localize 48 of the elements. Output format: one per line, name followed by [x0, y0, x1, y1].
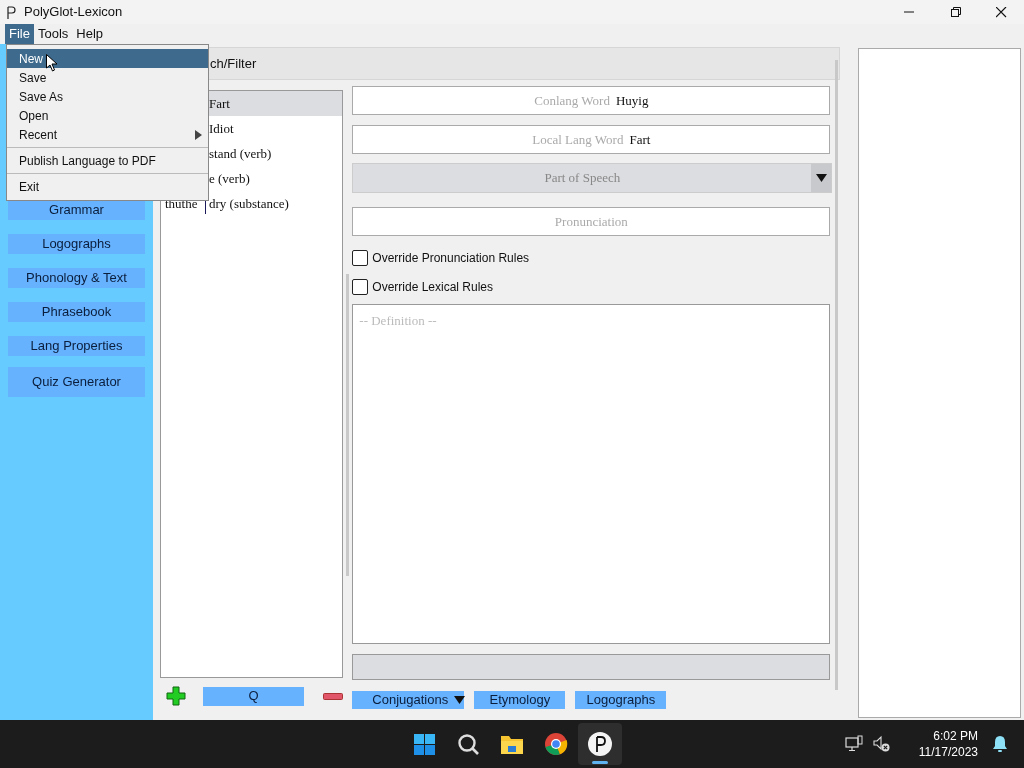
polyglot-app-icon[interactable]	[578, 723, 622, 765]
menu-option[interactable]: New	[7, 49, 208, 68]
search-button[interactable]: Q	[203, 686, 304, 706]
conlang-word-field[interactable]: Conlang Word Huyig	[352, 86, 831, 115]
menu-item[interactable]: File	[5, 24, 34, 44]
placeholder-text: Local Lang Word	[532, 130, 624, 149]
notification-bell-icon[interactable]	[992, 735, 1008, 753]
menu-item[interactable]: Tools	[33, 24, 73, 44]
placeholder-text: Pronunciation	[554, 212, 628, 231]
submenu-arrow-icon	[195, 129, 202, 140]
word-text: Idiot	[209, 119, 234, 138]
word-text: e (verb)	[209, 169, 250, 188]
tab-button[interactable]: Logographs	[575, 691, 667, 709]
placeholder-text: Part of Speech	[543, 169, 622, 188]
checkbox[interactable]	[352, 278, 369, 295]
add-icon[interactable]	[166, 686, 186, 706]
checkbox-label: Override Lexical Rules	[372, 278, 494, 296]
sidebar-button[interactable]: Phonology & Text	[8, 268, 145, 288]
local-word-field[interactable]: Local Lang Word Fart	[352, 125, 831, 154]
close-icon	[995, 6, 1007, 18]
app-icon	[6, 4, 18, 20]
window-title: PolyGlot-Lexicon	[24, 3, 123, 22]
sidebar-button[interactable]: Logographs	[8, 234, 145, 254]
clock[interactable]: 6:02 PM 11/17/2023	[918, 728, 978, 760]
remove-icon[interactable]	[323, 692, 343, 700]
field-value: Huyig	[615, 91, 649, 110]
placeholder-text: Conlang Word	[534, 91, 610, 110]
checkbox[interactable]	[352, 249, 369, 266]
sidebar-button[interactable]: Phrasebook	[8, 302, 145, 322]
word-text: stand (verb)	[209, 144, 272, 163]
tab-button[interactable]: Etymology	[474, 691, 566, 709]
word-text: dry (substance)	[209, 194, 289, 213]
time-text: 6:02 PM	[933, 728, 978, 744]
sidebar-button[interactable]: Grammar	[8, 200, 145, 220]
restore-icon	[949, 6, 961, 18]
conjugations-dropdown[interactable]: Conjugations	[352, 691, 465, 709]
field-value: Fart	[629, 130, 651, 149]
dropdown-arrow-icon	[454, 696, 466, 704]
network-icon[interactable]	[844, 735, 863, 753]
cursor-icon	[46, 54, 58, 72]
word-text: Fart	[209, 94, 230, 113]
speaker-muted-icon[interactable]	[872, 735, 891, 753]
date-text: 11/17/2023	[918, 744, 978, 760]
checkbox-label: Override Pronunciation Rules	[372, 249, 530, 267]
menu-item[interactable]: Help	[72, 24, 108, 44]
sidebar-button[interactable]: Quiz Generator	[8, 367, 145, 397]
placeholder-text: -- Definition --	[359, 313, 437, 328]
sidebar-button[interactable]: Lang Properties	[8, 336, 145, 356]
